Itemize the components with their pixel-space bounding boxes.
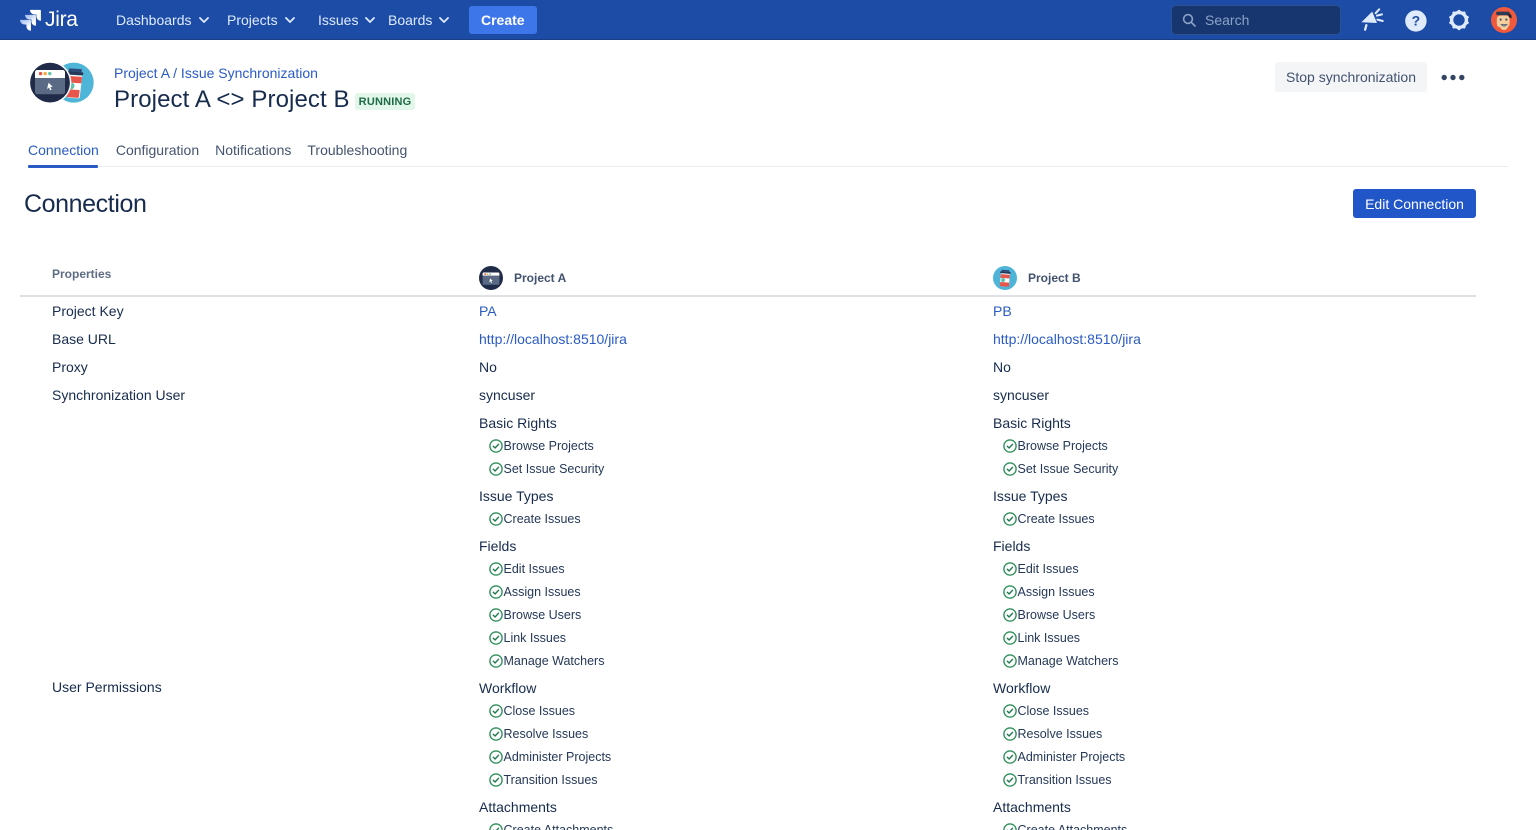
svg-text:?: ?	[1412, 13, 1421, 29]
